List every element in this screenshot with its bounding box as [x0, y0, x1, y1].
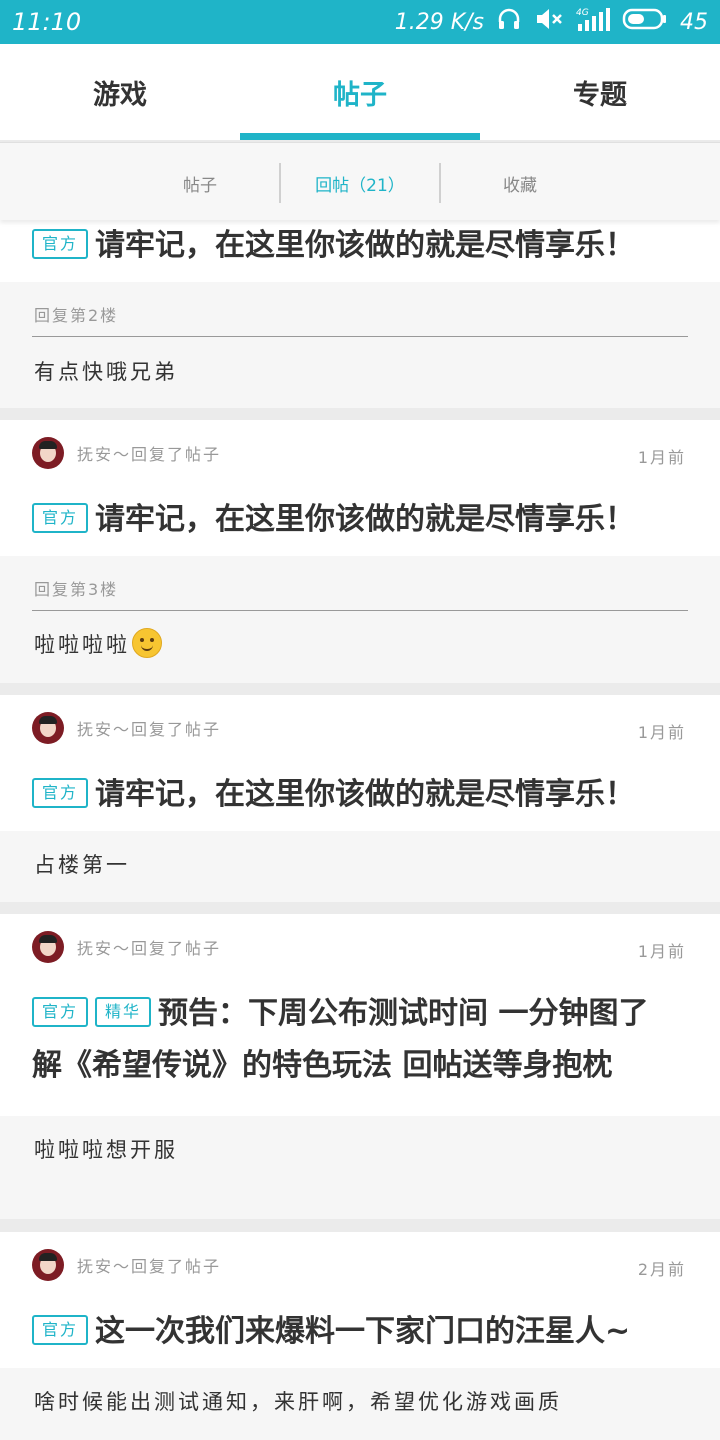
reply-text: 占楼第一 — [34, 853, 130, 877]
avatar[interactable] — [32, 1249, 64, 1281]
reply-area: 回复第3楼 啦啦啦啦 — [0, 556, 720, 683]
signal-icon: 4G — [576, 6, 610, 38]
post-title[interactable]: 官方 请牢记，在这里你该做的就是尽情享乐！ — [32, 495, 680, 545]
sub-tabs: 帖子 回帖（21） 收藏 — [0, 142, 720, 220]
status-time: 11:10 — [12, 8, 82, 36]
reply-area: 啥时候能出测试通知，来肝啊，希望优化游戏画质 — [0, 1368, 720, 1440]
tab-games[interactable]: 游戏 — [0, 44, 240, 140]
tab-topics[interactable]: 专题 — [480, 44, 720, 140]
reply-text: 啦啦啦想开服 — [34, 1138, 178, 1162]
quote-label: 回复第2楼 — [34, 306, 119, 325]
time-ago: 1月前 — [637, 723, 686, 742]
post-title-line2[interactable]: 解《希望传说》的特色玩法 回帖送等身抱枕 — [32, 1041, 680, 1091]
battery-level: 45 — [680, 9, 708, 35]
post-title-text: 请牢记，在这里你该做的就是尽情享乐！ — [95, 502, 636, 537]
tag-official: 官方 — [32, 997, 89, 1027]
user-action-text: 抚安～回复了帖子 — [77, 720, 222, 739]
reply-area: 占楼第一 — [0, 831, 720, 902]
user-action-text: 抚安～回复了帖子 — [77, 445, 222, 464]
quote-divider — [32, 610, 688, 611]
main-tabs: 游戏 帖子 专题 — [0, 44, 720, 140]
reply-area: 回复第2楼 有点快哦兄弟 — [0, 282, 720, 408]
mute-icon — [534, 6, 564, 38]
time-ago: 1月前 — [637, 448, 686, 467]
tag-official: 官方 — [32, 503, 89, 533]
reply-text-body: 啦啦啦啦 — [34, 633, 130, 657]
reply-text: 有点快哦兄弟 — [34, 360, 178, 384]
reply-text: 啥时候能出测试通知，来肝啊，希望优化游戏画质 — [34, 1390, 562, 1414]
post-title-text: 这一次我们来爆料一下家门口的汪星人~ — [95, 1314, 631, 1349]
reply-card[interactable]: 抚安～回复了帖子 2月前 官方 这一次我们来爆料一下家门口的汪星人~ 啥时候能出测… — [0, 1232, 720, 1440]
tag-official: 官方 — [32, 229, 89, 259]
avatar[interactable] — [32, 712, 64, 744]
post-title[interactable]: 官方 精华 预告：下周公布测试时间 一分钟图了 — [32, 989, 680, 1039]
reply-card[interactable]: 抚安～回复了帖子 1月前 官方 精华 预告：下周公布测试时间 一分钟图了 解《希望传… — [0, 914, 720, 1219]
network-label: 4G — [576, 8, 589, 18]
tag-featured: 精华 — [95, 997, 152, 1027]
subtab-favorites[interactable]: 收藏 — [440, 163, 600, 203]
smile-emoji-icon — [132, 628, 162, 658]
user-row: 抚安～回复了帖子 — [32, 711, 221, 745]
post-title[interactable]: 官方 这一次我们来爆料一下家门口的汪星人~ — [32, 1307, 680, 1357]
avatar[interactable] — [32, 437, 64, 469]
tag-official: 官方 — [32, 778, 89, 808]
tag-official: 官方 — [32, 1315, 89, 1345]
status-icons: 1.29 K/s 4G 45 — [395, 6, 708, 38]
user-action-text: 抚安～回复了帖子 — [77, 1257, 222, 1276]
reply-card[interactable]: 抚安～回复了帖子 1月前 官方 请牢记，在这里你该做的就是尽情享乐！ 回复第3楼 … — [0, 420, 720, 683]
subtab-posts[interactable]: 帖子 — [120, 163, 280, 203]
status-bar: 11:10 1.29 K/s 4G 45 — [0, 0, 720, 44]
post-title-line1: 预告：下周公布测试时间 一分钟图了 — [158, 996, 649, 1031]
reply-card[interactable]: 官方 请牢记，在这里你该做的就是尽情享乐！ 回复第2楼 有点快哦兄弟 — [0, 220, 720, 408]
post-title[interactable]: 官方 请牢记，在这里你该做的就是尽情享乐！ — [32, 221, 680, 271]
reply-card[interactable]: 抚安～回复了帖子 1月前 官方 请牢记，在这里你该做的就是尽情享乐！ 占楼第一 — [0, 695, 720, 902]
user-action-text: 抚安～回复了帖子 — [77, 939, 222, 958]
post-title-text: 请牢记，在这里你该做的就是尽情享乐！ — [95, 228, 636, 263]
tab-posts[interactable]: 帖子 — [240, 44, 480, 140]
user-row: 抚安～回复了帖子 — [32, 436, 221, 470]
user-row: 抚安～回复了帖子 — [32, 1248, 221, 1282]
battery-icon — [622, 7, 668, 37]
quote-label: 回复第3楼 — [34, 580, 119, 599]
quote-divider — [32, 336, 688, 337]
reply-area: 啦啦啦想开服 — [0, 1116, 720, 1219]
time-ago: 1月前 — [637, 942, 686, 961]
avatar[interactable] — [32, 931, 64, 963]
headphones-icon — [496, 6, 522, 38]
subtab-replies[interactable]: 回帖（21） — [280, 163, 440, 203]
time-ago: 2月前 — [637, 1260, 686, 1279]
reply-text: 啦啦啦啦 — [34, 628, 162, 659]
post-title-text: 请牢记，在这里你该做的就是尽情享乐！ — [95, 777, 636, 812]
post-title[interactable]: 官方 请牢记，在这里你该做的就是尽情享乐！ — [32, 770, 680, 820]
net-speed: 1.29 K/s — [394, 9, 484, 35]
user-row: 抚安～回复了帖子 — [32, 930, 221, 964]
